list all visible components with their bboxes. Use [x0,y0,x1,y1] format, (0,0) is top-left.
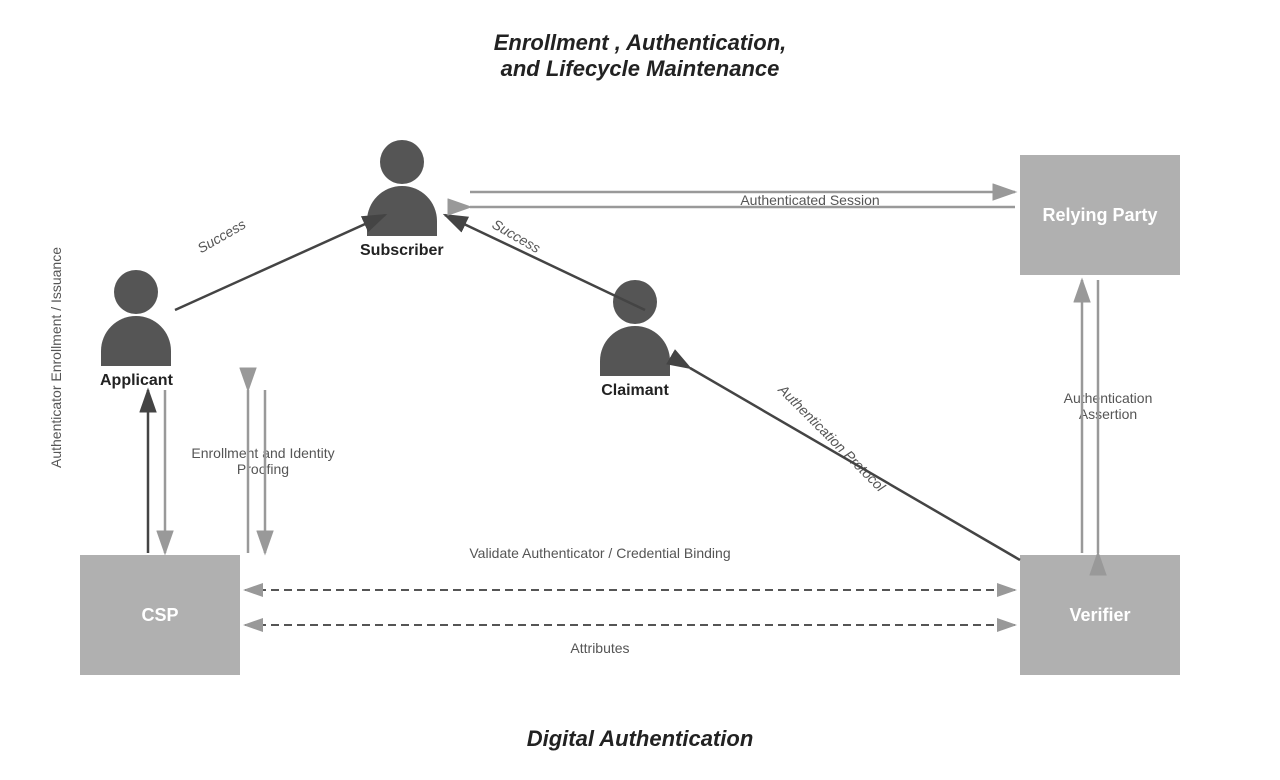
validate-authenticator-label: Validate Authenticator / Credential Bind… [350,545,850,561]
subscriber-body [367,186,437,236]
csp-box: CSP [80,555,240,675]
authentication-assertion-label: Authentication Assertion [1048,390,1168,422]
relying-party-box: Relying Party [1020,155,1180,275]
applicant-person: Applicant [100,270,173,390]
subscriber-label: Subscriber [360,242,444,260]
applicant-body [101,316,171,366]
claimant-person: Claimant [600,280,670,400]
diagram-subtitle: Digital Authentication [527,726,754,752]
diagram-container: Enrollment , Authentication, and Lifecyc… [0,0,1280,780]
subscriber-person: Subscriber [360,140,444,260]
enrollment-identity-label: Enrollment and Identity Proofing [178,445,348,477]
diagram-title: Enrollment , Authentication, and Lifecyc… [494,30,787,82]
success-claimant-label: Success [490,216,544,256]
authenticated-session-label: Authenticated Session [720,192,900,208]
claimant-label: Claimant [601,382,669,400]
claimant-body [600,326,670,376]
claimant-head [613,280,657,324]
verifier-box: Verifier [1020,555,1180,675]
authentication-protocol-label: Authentication Protocol [775,381,888,494]
attributes-label: Attributes [350,640,850,656]
authenticator-enrollment-label: Authenticator Enrollment / Issuance [48,408,64,468]
applicant-label: Applicant [100,372,173,390]
subscriber-head [380,140,424,184]
applicant-head [114,270,158,314]
success-applicant-label: Success [195,216,249,256]
